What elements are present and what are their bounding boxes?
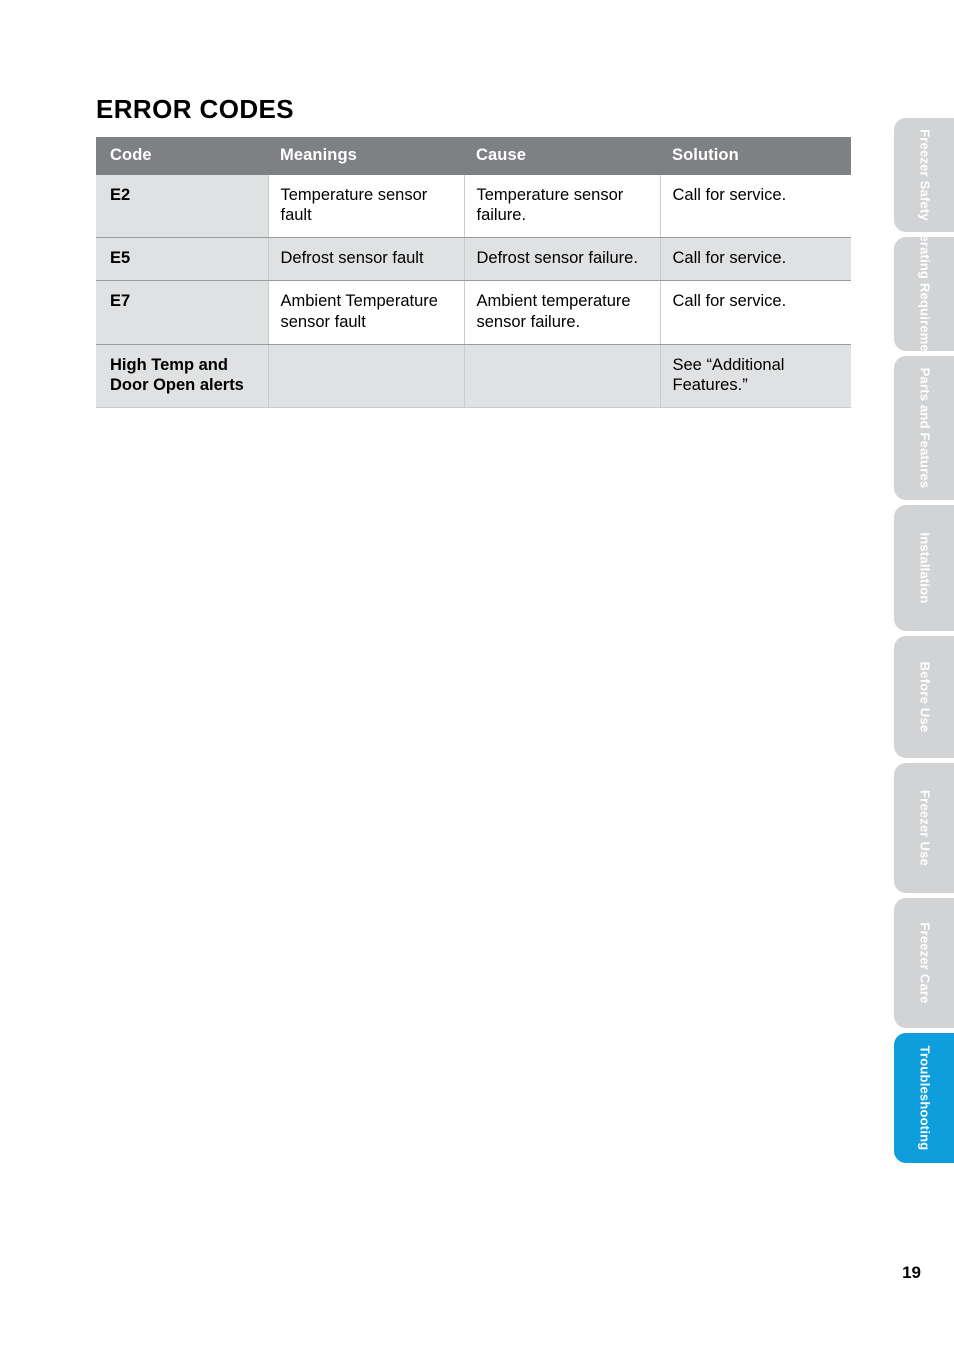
cell-solution: Call for service. xyxy=(660,237,851,282)
cell-code: E5 xyxy=(96,237,269,282)
sidebar-item-label: Freezer Care xyxy=(917,922,933,1004)
cell-code: High Temp and Door Open alerts xyxy=(96,344,269,408)
cell-solution: See “Additional Features.” xyxy=(660,344,851,408)
cell-solution: Call for service. xyxy=(660,175,851,239)
section-tab-rail: Freezer Safety Operating Requirements Pa… xyxy=(894,0,954,1354)
sidebar-item-parts-and-features[interactable]: Parts and Features xyxy=(894,356,954,500)
cell-cause: Ambient temperature sensor failure. xyxy=(464,280,661,345)
cell-solution: Call for service. xyxy=(660,280,851,345)
sidebar-item-operating-requirements[interactable]: Operating Requirements xyxy=(894,237,954,351)
page-title: ERROR CODES xyxy=(96,94,294,125)
sidebar-item-label: Parts and Features xyxy=(917,367,933,489)
table-row: E2 Temperature sensor fault Temperature … xyxy=(96,175,851,239)
cell-meanings: Temperature sensor fault xyxy=(268,175,465,239)
cell-code: E7 xyxy=(96,280,269,345)
sidebar-item-freezer-use[interactable]: Freezer Use xyxy=(894,763,954,893)
column-header-solution: Solution xyxy=(660,137,851,175)
table-body: E2 Temperature sensor fault Temperature … xyxy=(96,175,851,408)
cell-meanings xyxy=(268,344,465,408)
table-header-row: Code Meanings Cause Solution xyxy=(96,137,851,175)
sidebar-item-label: Troubleshooting xyxy=(917,1045,933,1151)
table-row: E7 Ambient Temperature sensor fault Ambi… xyxy=(96,280,851,345)
cell-cause xyxy=(464,344,661,408)
sidebar-item-label: Before Use xyxy=(917,661,933,733)
table-row: E5 Defrost sensor fault Defrost sensor f… xyxy=(96,237,851,282)
column-header-code: Code xyxy=(96,137,268,175)
page-number: 19 xyxy=(902,1263,921,1282)
column-header-cause: Cause xyxy=(464,137,660,175)
error-codes-table: Code Meanings Cause Solution E2 Temperat… xyxy=(96,137,851,408)
column-header-meanings: Meanings xyxy=(268,137,464,175)
sidebar-item-label: Installation xyxy=(917,532,933,604)
cell-meanings: Defrost sensor fault xyxy=(268,237,465,282)
cell-meanings: Ambient Temperature sensor fault xyxy=(268,280,465,345)
sidebar-item-freezer-safety[interactable]: Freezer Safety xyxy=(894,118,954,232)
cell-code: E2 xyxy=(96,175,269,239)
cell-cause: Temperature sensor failure. xyxy=(464,175,661,239)
sidebar-item-troubleshooting[interactable]: Troubleshooting xyxy=(894,1033,954,1163)
table-row: High Temp and Door Open alerts See “Addi… xyxy=(96,344,851,408)
sidebar-item-label: Freezer Safety xyxy=(917,129,933,221)
sidebar-item-installation[interactable]: Installation xyxy=(894,505,954,631)
sidebar-item-freezer-care[interactable]: Freezer Care xyxy=(894,898,954,1028)
cell-cause: Defrost sensor failure. xyxy=(464,237,661,282)
sidebar-item-label: Freezer Use xyxy=(917,790,933,866)
table-header: Code Meanings Cause Solution xyxy=(96,137,851,175)
sidebar-item-before-use[interactable]: Before Use xyxy=(894,636,954,758)
sidebar-item-label: Operating Requirements xyxy=(917,237,933,351)
